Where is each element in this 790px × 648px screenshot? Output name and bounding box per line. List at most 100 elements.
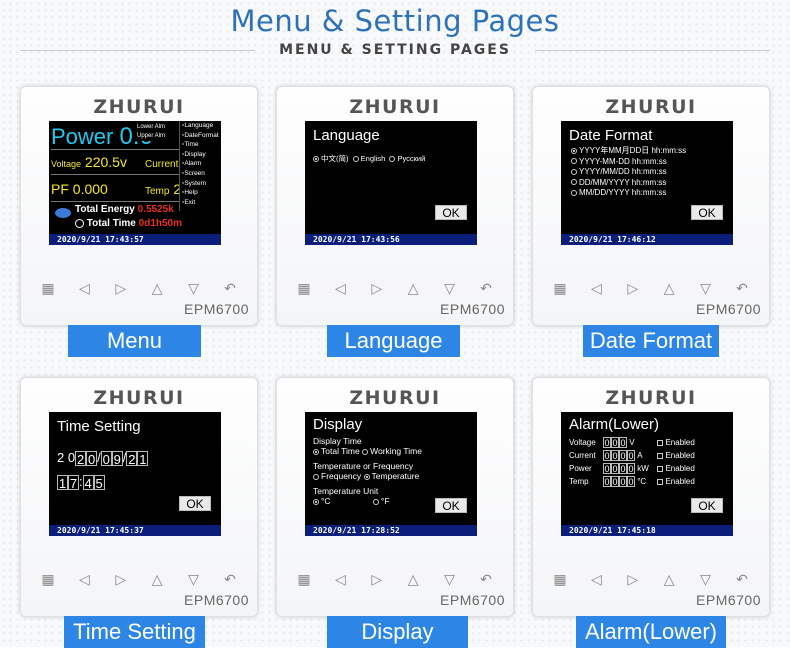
menu-grid-icon[interactable]: ▦ — [39, 279, 57, 297]
menu-item[interactable]: ▫Display — [182, 150, 221, 160]
temperature-option[interactable]: Temperature — [363, 471, 419, 481]
back-icon[interactable]: ↶ — [221, 570, 239, 588]
menu-grid-icon[interactable]: ▦ — [295, 570, 313, 588]
menu-item[interactable]: ▫Language — [182, 121, 221, 131]
alarm-limits: Lower Alm Upper Alm — [137, 123, 177, 141]
date-format-option[interactable]: DD/MM/YYYY hh:mm:ss — [571, 178, 686, 189]
menu-grid-icon[interactable]: ▦ — [295, 279, 313, 297]
time-input[interactable]: 17:45 — [57, 474, 105, 491]
right-arrow-icon[interactable]: ▷ — [624, 279, 642, 297]
fahrenheit-option[interactable]: °F — [372, 496, 390, 506]
back-icon[interactable]: ↶ — [477, 570, 495, 588]
working-time-option[interactable]: Working Time — [362, 446, 422, 456]
alarm-rows: Voltage 0 0 0 V Enabled Current 0 0 0 0 A Enabl… — [569, 436, 695, 488]
enabled-checkbox[interactable]: Enabled — [657, 438, 695, 447]
screen-language: Language 中文(简) English Русский OK 2020/9… — [305, 121, 477, 245]
left-arrow-icon[interactable]: ◁ — [75, 279, 93, 297]
model-label: EPM6700 — [696, 301, 761, 317]
back-icon[interactable]: ↶ — [733, 279, 751, 297]
language-option[interactable]: Русский — [389, 154, 425, 163]
page-title: Menu & Setting Pages — [230, 4, 560, 38]
left-arrow-icon[interactable]: ◁ — [75, 570, 93, 588]
left-arrow-icon[interactable]: ◁ — [331, 570, 349, 588]
language-option[interactable]: English — [352, 154, 385, 163]
pf-label: PF — [51, 181, 69, 197]
frequency-option[interactable]: Frequency — [313, 471, 361, 481]
up-arrow-icon[interactable]: △ — [148, 279, 166, 297]
divider-right — [535, 50, 770, 51]
date-format-option[interactable]: YYYY/MM/DD hh:mm:ss — [571, 167, 686, 178]
alarm-row: Power 0 0 0 0 kW Enabled — [569, 463, 695, 475]
display-time-label: Display Time — [313, 436, 362, 446]
menu-item[interactable]: ▫Alarm — [182, 159, 221, 169]
screen-title: Language — [313, 127, 380, 144]
menu-item[interactable]: ▫Screen — [182, 169, 221, 179]
menu-item[interactable]: ▫System — [182, 179, 221, 189]
menu-item[interactable]: ▫DateFormat — [182, 131, 221, 141]
down-arrow-icon[interactable]: ▽ — [697, 570, 715, 588]
ok-button[interactable]: OK — [691, 205, 723, 220]
celsius-option[interactable]: °C — [313, 496, 331, 506]
lower-alarm-label: Lower Alm — [137, 124, 166, 130]
current-label: Current — [145, 159, 179, 170]
right-arrow-icon[interactable]: ▷ — [624, 570, 642, 588]
button-row: ▦ ◁ ▷ △ ▽ ↶ — [287, 570, 503, 588]
enabled-checkbox[interactable]: Enabled — [657, 477, 695, 486]
enabled-checkbox[interactable]: Enabled — [657, 451, 695, 460]
total-time-option[interactable]: Total Time — [313, 446, 360, 456]
language-option[interactable]: 中文(简) — [313, 154, 349, 163]
menu-item[interactable]: ▫Time — [182, 140, 221, 150]
total-time-row: Total Time 0d1h50m — [75, 218, 182, 229]
up-arrow-icon[interactable]: △ — [660, 570, 678, 588]
down-arrow-icon[interactable]: ▽ — [185, 279, 203, 297]
up-arrow-icon[interactable]: △ — [404, 279, 422, 297]
down-arrow-icon[interactable]: ▽ — [185, 570, 203, 588]
screen-title: Display — [313, 416, 363, 433]
caption-date-format: Date Format — [583, 325, 719, 357]
menu-grid-icon[interactable]: ▦ — [39, 570, 57, 588]
right-arrow-icon[interactable]: ▷ — [112, 279, 130, 297]
ok-button[interactable]: OK — [435, 205, 467, 220]
device-display: ZHURUI Display Display Time Total Time W… — [276, 377, 514, 617]
voltage-input[interactable]: 000 — [603, 437, 627, 449]
right-arrow-icon[interactable]: ▷ — [112, 570, 130, 588]
screen-menu: Power 0.0 Lower Alm Upper Alm Voltage 22… — [49, 121, 221, 245]
back-icon[interactable]: ↶ — [733, 570, 751, 588]
back-icon[interactable]: ↶ — [221, 279, 239, 297]
date-input[interactable]: 2 0 2 0/0 9/2 1 — [57, 450, 149, 467]
up-arrow-icon[interactable]: △ — [660, 279, 678, 297]
total-energy-label: Total Energy — [75, 204, 135, 215]
total-energy-row: Total Energy 0.5525k — [75, 204, 174, 215]
model-label: EPM6700 — [184, 301, 249, 317]
down-arrow-icon[interactable]: ▽ — [441, 570, 459, 588]
date-format-option[interactable]: YYYY-MM-DD hh:mm:ss — [571, 157, 686, 168]
pf-reading: PF 0.000 — [51, 181, 108, 197]
menu-grid-icon[interactable]: ▦ — [551, 570, 569, 588]
right-arrow-icon[interactable]: ▷ — [368, 570, 386, 588]
down-arrow-icon[interactable]: ▽ — [697, 279, 715, 297]
caption-alarm: Alarm(Lower) — [576, 616, 726, 648]
right-arrow-icon[interactable]: ▷ — [368, 279, 386, 297]
left-arrow-icon[interactable]: ◁ — [587, 279, 605, 297]
date-format-option[interactable]: YYYY年MM月DD日 hh:mm:ss — [571, 146, 686, 157]
up-arrow-icon[interactable]: △ — [404, 570, 422, 588]
current-input[interactable]: 0000 — [603, 450, 635, 462]
left-arrow-icon[interactable]: ◁ — [587, 570, 605, 588]
menu-grid-icon[interactable]: ▦ — [551, 279, 569, 297]
temp-input[interactable]: 0000 — [603, 476, 635, 488]
power-input[interactable]: 0000 — [603, 463, 635, 475]
down-arrow-icon[interactable]: ▽ — [441, 279, 459, 297]
back-icon[interactable]: ↶ — [477, 279, 495, 297]
screen-title: Alarm(Lower) — [569, 416, 660, 433]
clock-icon — [75, 218, 84, 228]
left-arrow-icon[interactable]: ◁ — [331, 279, 349, 297]
ok-button[interactable]: OK — [435, 498, 467, 513]
menu-item[interactable]: ▫Help — [182, 188, 221, 198]
ok-button[interactable]: OK — [179, 496, 211, 511]
ok-button[interactable]: OK — [691, 498, 723, 513]
date-format-option[interactable]: MM/DD/YYYY hh:mm:ss — [571, 188, 686, 199]
menu-item[interactable]: ▫Exit — [182, 198, 221, 208]
up-arrow-icon[interactable]: △ — [148, 570, 166, 588]
brand-logo: ZHURUI — [349, 387, 441, 409]
enabled-checkbox[interactable]: Enabled — [657, 464, 695, 473]
